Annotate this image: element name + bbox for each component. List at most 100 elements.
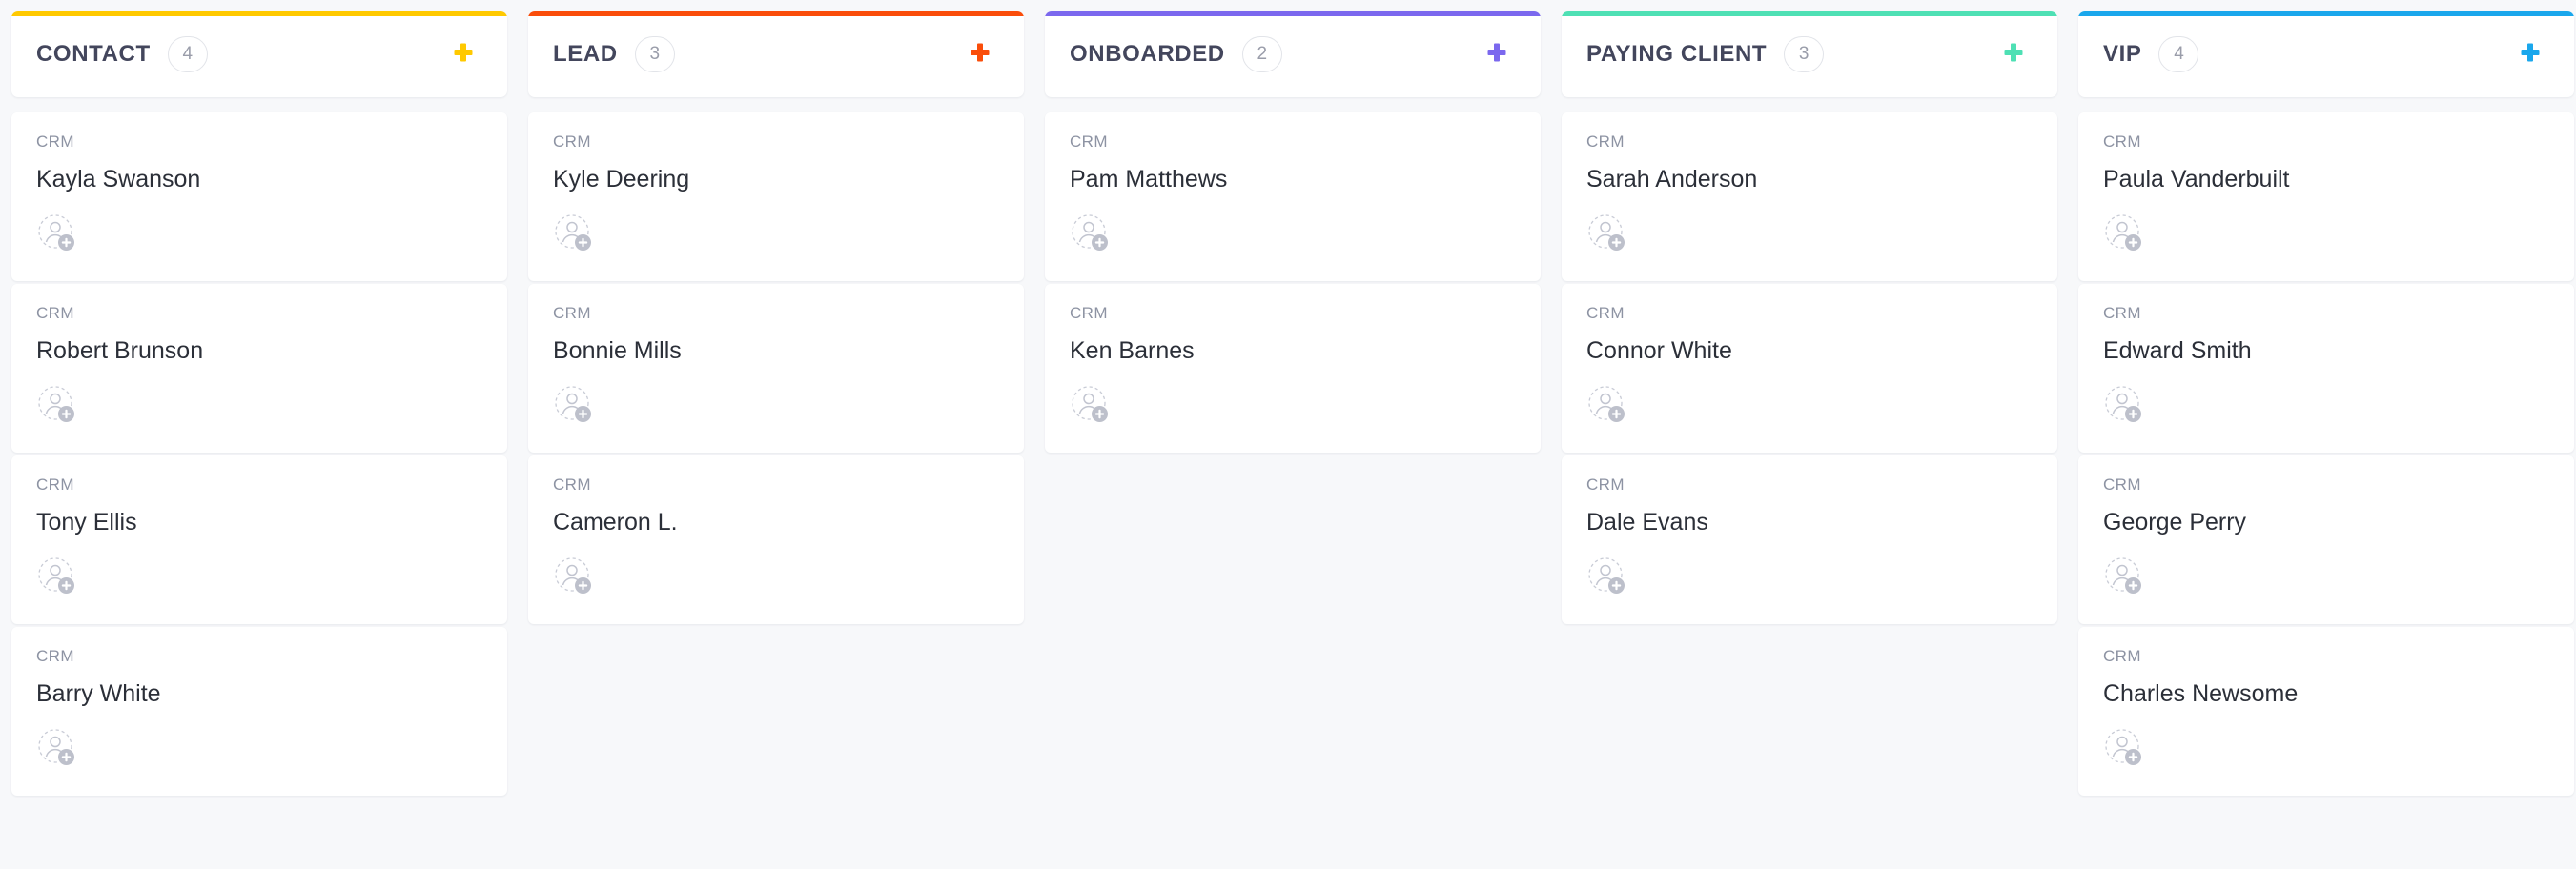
column-count-badge: 3 bbox=[634, 36, 675, 72]
add-assignee-icon[interactable] bbox=[36, 556, 78, 597]
card-title: Paula Vanderbuilt bbox=[2103, 166, 2290, 192]
add-card-button[interactable] bbox=[1994, 35, 2033, 73]
column-accent-bar bbox=[2078, 11, 2574, 16]
card-title: Barry White bbox=[36, 680, 161, 707]
task-card[interactable]: CRM Robert Brunson bbox=[11, 284, 507, 453]
column-accent-bar bbox=[1562, 11, 2057, 16]
card-title: Edward Smith bbox=[2103, 337, 2252, 364]
add-card-button[interactable] bbox=[1478, 35, 1516, 73]
card-list-tag: CRM bbox=[36, 304, 74, 322]
add-assignee-icon[interactable] bbox=[1070, 384, 1112, 426]
add-assignee-icon[interactable] bbox=[553, 556, 595, 597]
card-list-tag: CRM bbox=[553, 475, 591, 494]
task-card[interactable]: CRM George Perry bbox=[2078, 455, 2574, 624]
add-card-button[interactable] bbox=[444, 35, 482, 73]
task-card[interactable]: CRM Paula Vanderbuilt bbox=[2078, 112, 2574, 281]
add-assignee-icon[interactable] bbox=[36, 212, 78, 254]
card-list: CRM Paula Vanderbuilt CRM Edward Smith CRM Ge… bbox=[2078, 112, 2574, 796]
add-assignee-icon[interactable] bbox=[553, 212, 595, 254]
task-card[interactable]: CRM Ken Barnes bbox=[1045, 284, 1541, 453]
task-card[interactable]: CRM Edward Smith bbox=[2078, 284, 2574, 453]
card-title: Kayla Swanson bbox=[36, 166, 201, 192]
kanban-column: VIP 4 CRM Paula Vanderbuilt CRM Edward Smith C… bbox=[2078, 11, 2574, 796]
kanban-column: PAYING CLIENT 3 CRM Sarah Anderson CRM Connor… bbox=[1562, 11, 2057, 624]
card-title: Charles Newsome bbox=[2103, 680, 2299, 707]
card-list-tag: CRM bbox=[1070, 132, 1108, 151]
card-list-tag: CRM bbox=[2103, 304, 2141, 322]
add-assignee-icon[interactable] bbox=[2103, 556, 2145, 597]
column-count-badge: 4 bbox=[167, 36, 208, 72]
task-card[interactable]: CRM Charles Newsome bbox=[2078, 627, 2574, 796]
column-header: LEAD 3 bbox=[528, 11, 1024, 97]
card-list-tag: CRM bbox=[553, 132, 591, 151]
task-card[interactable]: CRM Connor White bbox=[1562, 284, 2057, 453]
card-title: Dale Evans bbox=[1586, 509, 1708, 536]
card-title: Pam Matthews bbox=[1070, 166, 1228, 192]
card-list-tag: CRM bbox=[2103, 647, 2141, 665]
card-title: Connor White bbox=[1586, 337, 1732, 364]
task-card[interactable]: CRM Tony Ellis bbox=[11, 455, 507, 624]
task-card[interactable]: CRM Pam Matthews bbox=[1045, 112, 1541, 281]
card-list-tag: CRM bbox=[1586, 132, 1625, 151]
kanban-column: CONTACT 4 CRM Kayla Swanson CRM Robert Brunso… bbox=[11, 11, 507, 796]
plus-icon bbox=[2003, 42, 2024, 68]
kanban-column: ONBOARDED 2 CRM Pam Matthews CRM Ken Barnes bbox=[1045, 11, 1541, 453]
column-accent-bar bbox=[528, 11, 1024, 16]
card-list-tag: CRM bbox=[2103, 132, 2141, 151]
column-accent-bar bbox=[11, 11, 507, 16]
task-card[interactable]: CRM Cameron L. bbox=[528, 455, 1024, 624]
add-assignee-icon[interactable] bbox=[1586, 556, 1628, 597]
card-title: Kyle Deering bbox=[553, 166, 690, 192]
add-assignee-icon[interactable] bbox=[36, 384, 78, 426]
task-card[interactable]: CRM Kayla Swanson bbox=[11, 112, 507, 281]
column-header: PAYING CLIENT 3 bbox=[1562, 11, 2057, 97]
task-card[interactable]: CRM Kyle Deering bbox=[528, 112, 1024, 281]
column-title: ONBOARDED bbox=[1070, 41, 1225, 67]
plus-icon bbox=[453, 42, 474, 68]
card-title: Ken Barnes bbox=[1070, 337, 1195, 364]
add-card-button[interactable] bbox=[961, 35, 999, 73]
column-header: ONBOARDED 2 bbox=[1045, 11, 1541, 97]
card-list: CRM Kyle Deering CRM Bonnie Mills CRM Cameron… bbox=[528, 112, 1024, 624]
column-count-badge: 2 bbox=[1241, 36, 1282, 72]
task-card[interactable]: CRM Bonnie Mills bbox=[528, 284, 1024, 453]
column-header: VIP 4 bbox=[2078, 11, 2574, 97]
column-title: PAYING CLIENT bbox=[1586, 41, 1768, 67]
card-list-tag: CRM bbox=[36, 132, 74, 151]
plus-icon bbox=[970, 42, 991, 68]
add-assignee-icon[interactable] bbox=[2103, 384, 2145, 426]
card-list-tag: CRM bbox=[2103, 475, 2141, 494]
card-title: Robert Brunson bbox=[36, 337, 204, 364]
column-title: LEAD bbox=[553, 41, 618, 67]
add-assignee-icon[interactable] bbox=[2103, 212, 2145, 254]
column-title: VIP bbox=[2103, 41, 2142, 67]
task-card[interactable]: CRM Dale Evans bbox=[1562, 455, 2057, 624]
card-title: Bonnie Mills bbox=[553, 337, 682, 364]
card-list: CRM Pam Matthews CRM Ken Barnes bbox=[1045, 112, 1541, 453]
card-list-tag: CRM bbox=[1586, 475, 1625, 494]
card-title: George Perry bbox=[2103, 509, 2247, 536]
add-assignee-icon[interactable] bbox=[2103, 727, 2145, 769]
column-header: CONTACT 4 bbox=[11, 11, 507, 97]
add-assignee-icon[interactable] bbox=[36, 727, 78, 769]
kanban-column: LEAD 3 CRM Kyle Deering CRM Bonnie Mills CRM Ca… bbox=[528, 11, 1024, 624]
add-card-button[interactable] bbox=[2511, 35, 2549, 73]
card-list-tag: CRM bbox=[36, 475, 74, 494]
kanban-board: CONTACT 4 CRM Kayla Swanson CRM Robert Brunso… bbox=[0, 0, 2576, 869]
add-assignee-icon[interactable] bbox=[553, 384, 595, 426]
card-list-tag: CRM bbox=[553, 304, 591, 322]
card-title: Cameron L. bbox=[553, 509, 678, 536]
plus-icon bbox=[1486, 42, 1507, 68]
card-title: Tony Ellis bbox=[36, 509, 137, 536]
add-assignee-icon[interactable] bbox=[1586, 384, 1628, 426]
plus-icon bbox=[2520, 42, 2541, 68]
add-assignee-icon[interactable] bbox=[1070, 212, 1112, 254]
card-list: CRM Sarah Anderson CRM Connor White CRM Dale … bbox=[1562, 112, 2057, 624]
add-assignee-icon[interactable] bbox=[1586, 212, 1628, 254]
column-count-badge: 3 bbox=[1784, 36, 1825, 72]
card-list: CRM Kayla Swanson CRM Robert Brunson CRM Tony… bbox=[11, 112, 507, 796]
task-card[interactable]: CRM Sarah Anderson bbox=[1562, 112, 2057, 281]
card-list-tag: CRM bbox=[1070, 304, 1108, 322]
task-card[interactable]: CRM Barry White bbox=[11, 627, 507, 796]
card-title: Sarah Anderson bbox=[1586, 166, 1758, 192]
